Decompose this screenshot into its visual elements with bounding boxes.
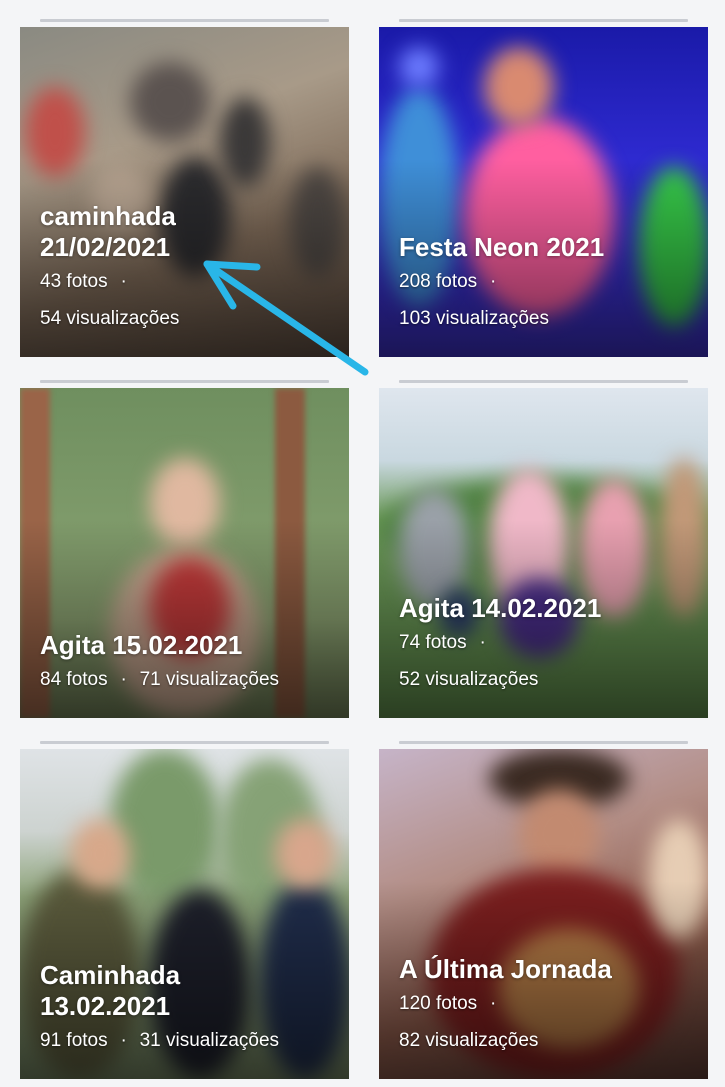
album-photo-count-row: 120 fotos · bbox=[399, 985, 696, 1022]
meta-separator: · bbox=[490, 993, 497, 1014]
album-view-count: 82 visualizações bbox=[399, 1030, 539, 1051]
album-view-count: 71 visualizações bbox=[139, 669, 280, 690]
album-stack-edge bbox=[399, 741, 688, 744]
album-title: A Última Jornada bbox=[399, 954, 612, 984]
album-photo-count: 208 fotos bbox=[399, 271, 478, 292]
album-info: Agita 14.02.2021 74 fotos · 52 visualizaç… bbox=[399, 593, 696, 698]
album-photo-count-row: 208 fotos · bbox=[399, 263, 696, 300]
album-title: Agita 14.02.2021 bbox=[399, 593, 602, 623]
meta-separator: · bbox=[490, 271, 497, 292]
album-title: Caminhada 13.02.2021 bbox=[40, 960, 181, 1021]
album-title: Agita 15.02.2021 bbox=[40, 630, 243, 660]
album-card-agita-14-02[interactable]: Agita 14.02.2021 74 fotos · 52 visualizaç… bbox=[379, 388, 708, 718]
meta-separator: · bbox=[120, 669, 127, 690]
album-title: caminhada 21/02/2021 bbox=[40, 201, 176, 262]
album-view-count: 54 visualizações bbox=[40, 308, 180, 329]
album-photo-count: 84 fotos bbox=[40, 669, 108, 690]
meta-separator: · bbox=[120, 1030, 127, 1051]
album-card-caminhada-21-02[interactable]: caminhada 21/02/2021 43 fotos · 54 visual… bbox=[20, 27, 349, 357]
album-photo-count-row: 74 fotos · bbox=[399, 624, 696, 661]
album-stats-row: 91 fotos · 31 visualizações bbox=[40, 1022, 337, 1059]
album-info: caminhada 21/02/2021 43 fotos · 54 visual… bbox=[40, 201, 337, 337]
album-view-count: 31 visualizações bbox=[139, 1030, 280, 1051]
album-info: A Última Jornada 120 fotos · 82 visualiza… bbox=[399, 954, 696, 1059]
album-stack-edge bbox=[40, 380, 329, 383]
album-photo-count: 91 fotos bbox=[40, 1030, 108, 1051]
album-stack-edge bbox=[399, 380, 688, 383]
album-stats-row: 84 fotos · 71 visualizações bbox=[40, 661, 337, 698]
meta-separator: · bbox=[120, 271, 127, 292]
album-info: Agita 15.02.2021 84 fotos · 71 visualizaçõ… bbox=[40, 630, 337, 698]
album-photo-count: 43 fotos bbox=[40, 271, 108, 292]
album-card-a-ultima-jornada[interactable]: A Última Jornada 120 fotos · 82 visualiza… bbox=[379, 749, 708, 1079]
album-title: Festa Neon 2021 bbox=[399, 232, 605, 262]
album-stack-edge bbox=[40, 19, 329, 22]
album-photo-count-row: 43 fotos · bbox=[40, 263, 337, 300]
album-info: Caminhada 13.02.2021 91 fotos · 31 visuali… bbox=[40, 960, 337, 1059]
album-stack-edge bbox=[399, 19, 688, 22]
album-view-count: 52 visualizações bbox=[399, 669, 539, 690]
album-card-caminhada-13-02[interactable]: Caminhada 13.02.2021 91 fotos · 31 visuali… bbox=[20, 749, 349, 1079]
album-photo-count: 120 fotos bbox=[399, 993, 478, 1014]
album-info: Festa Neon 2021 208 fotos · 103 visualiza… bbox=[399, 232, 696, 337]
meta-separator: · bbox=[479, 632, 486, 653]
album-card-festa-neon-2021[interactable]: Festa Neon 2021 208 fotos · 103 visualiza… bbox=[379, 27, 708, 357]
album-view-count: 103 visualizações bbox=[399, 308, 549, 329]
album-card-agita-15-02[interactable]: Agita 15.02.2021 84 fotos · 71 visualizaçõ… bbox=[20, 388, 349, 718]
album-stack-edge bbox=[40, 741, 329, 744]
album-photo-count: 74 fotos bbox=[399, 632, 467, 653]
